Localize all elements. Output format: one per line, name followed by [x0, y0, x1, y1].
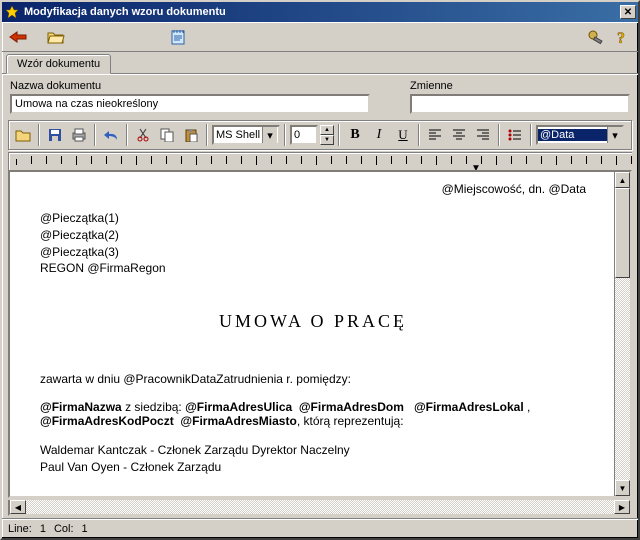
- separator: [126, 124, 128, 146]
- open-folder-button[interactable]: [44, 25, 68, 49]
- undo-icon[interactable]: [100, 124, 122, 146]
- ruler[interactable]: ▼: [8, 152, 632, 170]
- doc-company-name: @FirmaNazwa: [40, 400, 122, 414]
- bold-button[interactable]: B: [344, 124, 366, 146]
- doc-date-line: @Miejscowość, dn. @Data: [40, 182, 586, 196]
- document-name-input[interactable]: [10, 94, 370, 114]
- doc-stamp-1: @Pieczątka(1): [40, 210, 586, 227]
- close-button[interactable]: ✕: [620, 5, 636, 19]
- doc-stamp-3: @Pieczątka(3): [40, 244, 586, 261]
- doc-signatory-2: Paul Van Oyen - Członek Zarządu: [40, 459, 586, 476]
- status-bar: Line: 1 Col: 1: [2, 518, 638, 538]
- doc-stamp-2: @Pieczątka(2): [40, 227, 586, 244]
- scroll-track[interactable]: [615, 188, 630, 480]
- doc-signatory-1: Waldemar Kantczak - Członek Zarządu Dyre…: [40, 442, 586, 459]
- app-icon: [4, 4, 20, 20]
- status-line-label: Line:: [8, 523, 32, 535]
- form-row: Nazwa dokumentu Zmienne: [10, 80, 630, 114]
- notes-button[interactable]: [166, 25, 190, 49]
- horizontal-scrollbar[interactable]: ◀ ▶: [8, 500, 632, 516]
- doc-company-block: @FirmaNazwa z siedzibą: @FirmaAdresUlica…: [40, 400, 586, 428]
- bullet-list-icon[interactable]: [504, 124, 526, 146]
- window-title: Modyfikacja danych wzoru dokumentu: [24, 6, 620, 18]
- italic-button[interactable]: I: [368, 124, 390, 146]
- copy-icon[interactable]: [156, 124, 178, 146]
- doc-intro: zawarta w dniu @PracownikDataZatrudnieni…: [40, 372, 586, 386]
- font-name-value: MS Shell: [214, 129, 262, 141]
- chevron-down-icon[interactable]: ▾: [262, 127, 277, 143]
- status-col-label: Col:: [54, 523, 74, 535]
- document-area: @Miejscowość, dn. @Data @Pieczątka(1) @P…: [8, 170, 632, 498]
- separator: [418, 124, 420, 146]
- align-center-icon[interactable]: [448, 124, 470, 146]
- variable-insert-combo[interactable]: @Data ▾: [536, 125, 624, 145]
- separator: [94, 124, 96, 146]
- font-size-input[interactable]: 0: [290, 125, 318, 145]
- underline-button[interactable]: U: [392, 124, 414, 146]
- editor-toolbar: MS Shell ▾ 0 ▲▼ B I U @Data ▾: [8, 120, 632, 150]
- paste-icon[interactable]: [180, 124, 202, 146]
- separator: [338, 124, 340, 146]
- doc-regon: REGON @FirmaRegon: [40, 260, 586, 277]
- font-size-value: 0: [292, 129, 316, 141]
- separator: [284, 124, 286, 146]
- status-col-value: 1: [82, 523, 88, 535]
- variable-insert-value: @Data: [538, 129, 607, 141]
- tab-row: Wzór dokumentu: [2, 52, 638, 74]
- back-button[interactable]: [6, 25, 30, 49]
- vertical-scrollbar[interactable]: ▲ ▼: [614, 172, 630, 496]
- title-bar: Modyfikacja danych wzoru dokumentu ✕: [2, 2, 638, 22]
- separator: [38, 124, 40, 146]
- help-button[interactable]: ?: [610, 25, 634, 49]
- scroll-left-button[interactable]: ◀: [10, 500, 26, 514]
- cut-icon[interactable]: [132, 124, 154, 146]
- tab-document-template[interactable]: Wzór dokumentu: [6, 54, 111, 74]
- separator: [530, 124, 532, 146]
- scroll-track[interactable]: [26, 500, 614, 514]
- open-icon[interactable]: [12, 124, 34, 146]
- document-body[interactable]: @Miejscowość, dn. @Data @Pieczątka(1) @P…: [10, 172, 614, 496]
- font-size-spinner[interactable]: ▲▼: [320, 125, 334, 145]
- tools-button[interactable]: [584, 25, 608, 49]
- align-right-icon[interactable]: [472, 124, 494, 146]
- align-left-icon[interactable]: [424, 124, 446, 146]
- variables-input[interactable]: [410, 94, 630, 114]
- save-icon[interactable]: [44, 124, 66, 146]
- scroll-thumb[interactable]: [615, 188, 630, 278]
- doc-title: UMOWA O PRACĘ: [40, 311, 586, 332]
- scroll-right-button[interactable]: ▶: [614, 500, 630, 514]
- separator: [206, 124, 208, 146]
- scroll-up-button[interactable]: ▲: [615, 172, 630, 188]
- main-toolbar: ?: [2, 22, 638, 52]
- scroll-down-button[interactable]: ▼: [615, 480, 630, 496]
- svg-text:?: ?: [617, 30, 625, 45]
- variables-label: Zmienne: [410, 80, 630, 92]
- document-name-label: Nazwa dokumentu: [10, 80, 370, 92]
- window: Modyfikacja danych wzoru dokumentu ✕ ? W…: [0, 0, 640, 540]
- font-name-combo[interactable]: MS Shell ▾: [212, 125, 280, 145]
- separator: [498, 124, 500, 146]
- print-icon[interactable]: [68, 124, 90, 146]
- status-line-value: 1: [40, 523, 46, 535]
- chevron-down-icon[interactable]: ▾: [607, 127, 622, 143]
